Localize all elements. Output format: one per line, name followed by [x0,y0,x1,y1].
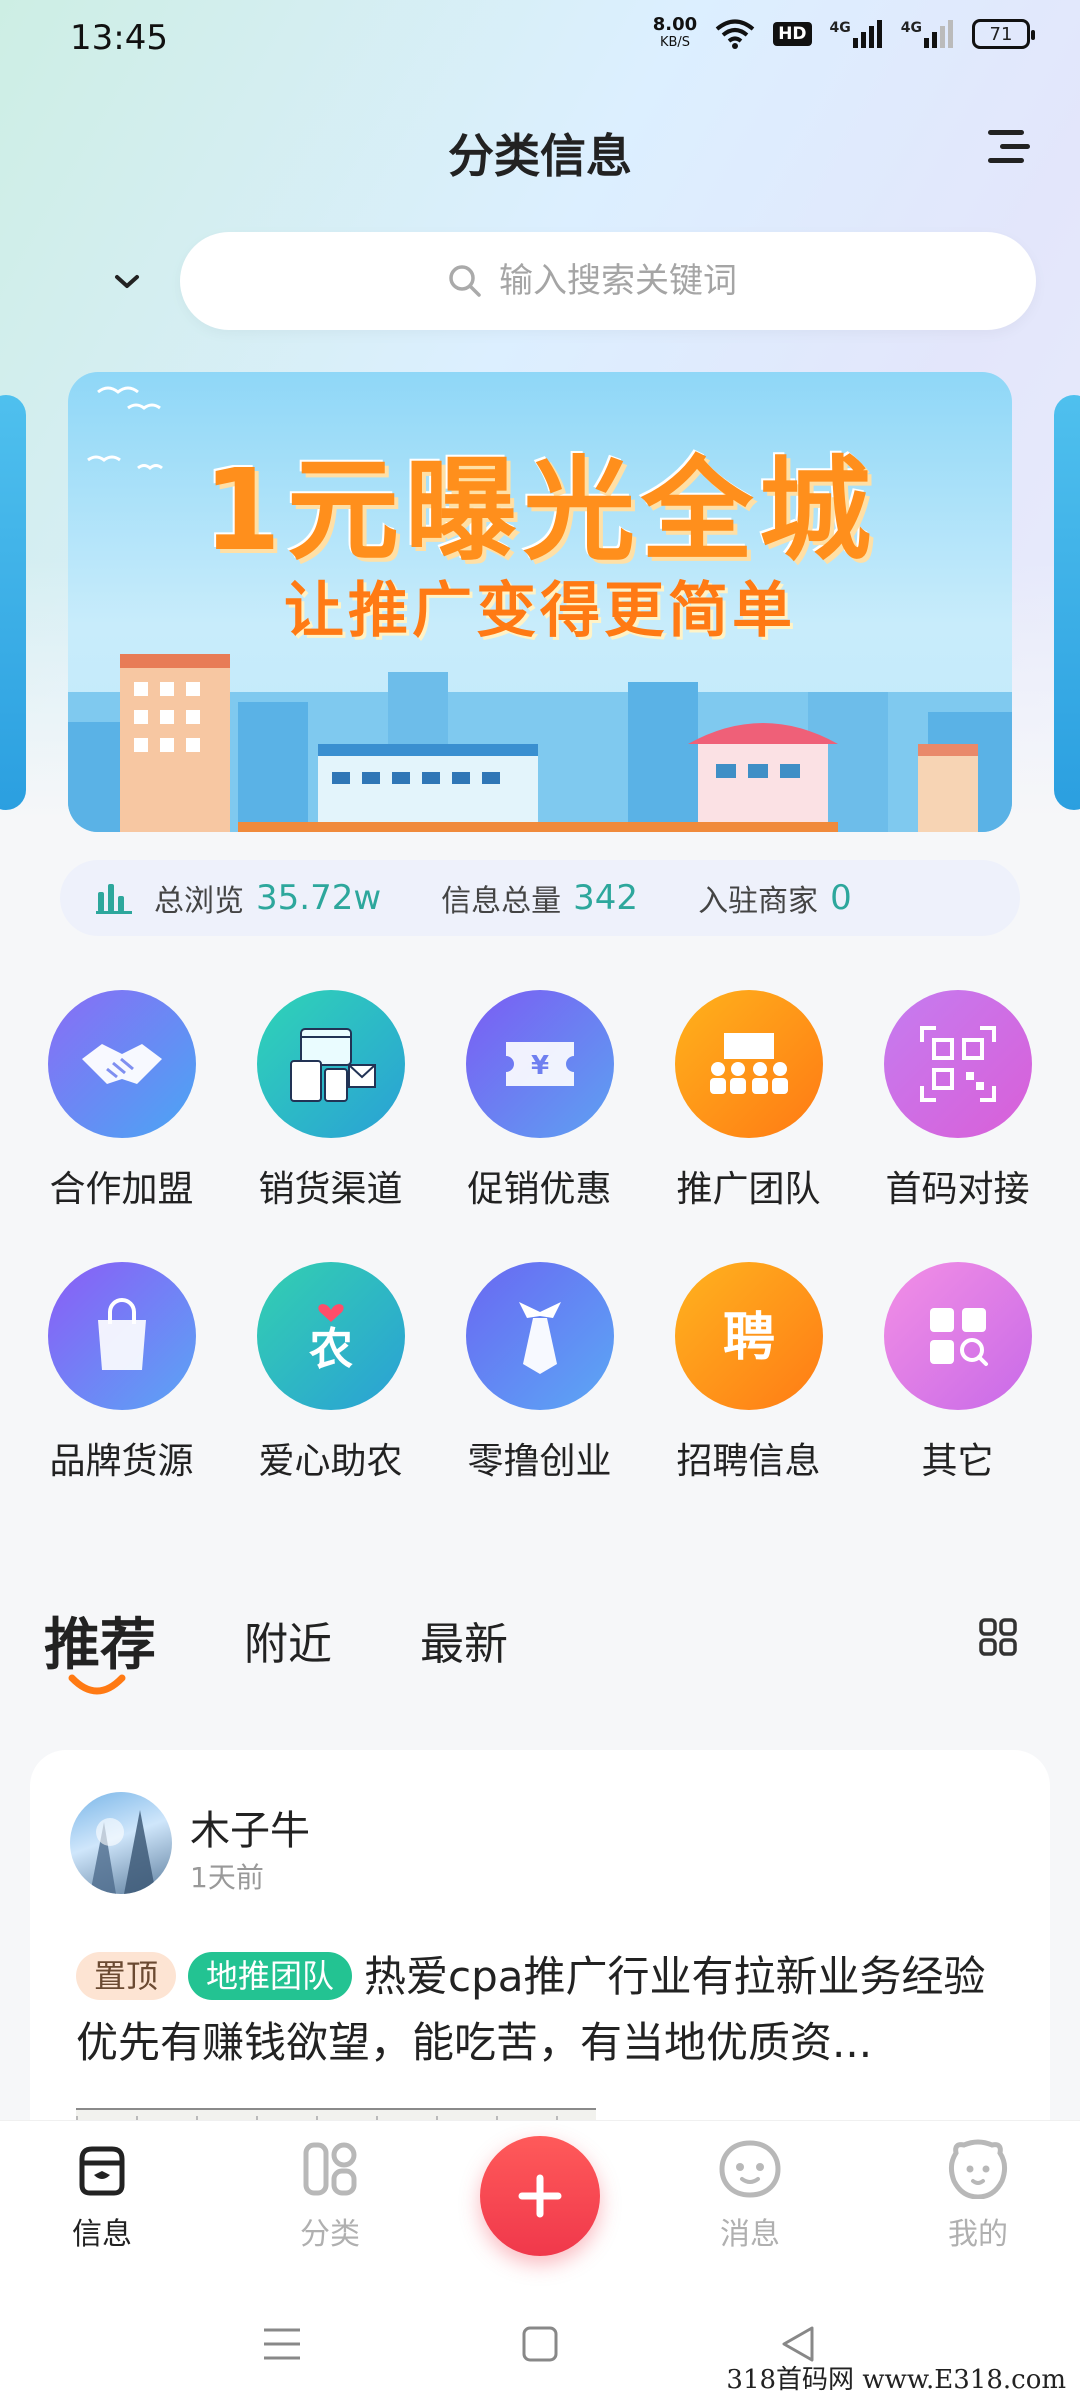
category-item[interactable]: 其它 [853,1262,1062,1534]
menu-icon [988,130,1030,163]
pinned-badge: 置顶 [76,1952,177,2000]
qrcode-icon [883,990,1032,1138]
battery-icon: 71 [972,19,1035,49]
tab-nearby[interactable]: 附近 [244,1600,332,1672]
promo-banner[interactable]: 1元曝光全城 让推广变得更简单 [68,372,1012,832]
category-item[interactable]: 聘 招聘信息 [644,1262,853,1534]
nav-profile[interactable]: 我的 [908,2139,1048,2253]
category-grid: 合作加盟 销货渠道 ¥ 促销优惠 推广团队 首码对接 品牌货源 农 爱心助农 零… [0,990,1080,1534]
home-button[interactable] [510,2314,570,2374]
stat-info-total: 信息总量 342 [441,878,639,919]
network-speed: 8.00 KB/S [652,14,698,51]
wifi-icon [715,18,755,50]
layout-toggle-button[interactable] [978,1617,1018,1657]
message-icon [719,2140,781,2198]
info-bag-icon [79,2146,125,2196]
status-time: 13:45 [70,18,168,58]
system-navigation-bar: 318首码网 www.E318.com [0,2290,1080,2400]
back-icon [782,2326,814,2362]
plus-icon [518,2174,562,2218]
svg-text:¥: ¥ [530,1051,548,1081]
stats-bar: 总浏览 35.72w 信息总量 342 入驻商家 0 [60,860,1020,936]
feed-tabs: 推荐 附近 最新 [44,1600,596,1695]
recent-apps-button[interactable] [252,2314,312,2374]
post-card[interactable]: 木子牛 1天前 置顶 地推团队 热爱cpa推广行业有拉新业务经验优先有赚钱欲望，能吃… [30,1750,1050,2170]
svg-text:农: 农 [309,1324,353,1375]
tab-recommended[interactable]: 推荐 [44,1600,156,1681]
merchant-count: 0 [830,878,852,918]
grid-view-icon [979,1618,1017,1656]
team-icon [674,990,823,1138]
banner-prev-peek[interactable] [0,395,26,810]
tie-icon [465,1262,614,1410]
banner-title: 1元曝光全城 [203,446,877,576]
page-title: 分类信息 [448,129,632,183]
nav-messages[interactable]: 消息 [680,2139,820,2253]
search-input[interactable] [499,261,769,301]
category-item[interactable]: ¥ 促销优惠 [435,990,644,1262]
bar-chart-icon [96,884,132,914]
shopping-bag-icon [47,1262,196,1410]
agriculture-icon: 农 [256,1262,405,1410]
category-item[interactable]: 品牌货源 [17,1262,226,1534]
store-icon [256,990,405,1138]
signal-4g-icon: 4G [830,20,883,48]
profile-icon [948,2139,1008,2199]
tab-latest[interactable]: 最新 [420,1600,508,1672]
search-icon [449,265,481,297]
nav-category[interactable]: 分类 [260,2139,400,2253]
author-name[interactable]: 木子牛 [190,1798,310,1856]
views-count: 35.72w [256,878,382,918]
hd-icon: HD [773,22,812,46]
menu-button[interactable] [986,124,1032,170]
location-dropdown[interactable] [100,262,154,302]
nav-info[interactable]: 信息 [32,2139,172,2253]
chevron-down-icon [115,275,139,288]
active-tab-indicator [68,1674,126,1695]
svg-text:聘: 聘 [722,1308,774,1368]
category-item[interactable]: 零撸创业 [435,1262,644,1534]
status-bar: 13:45 8.00 KB/S HD 4G 4G 71 [0,0,1080,80]
banner-next-peek[interactable] [1054,395,1080,810]
home-icon [522,2326,558,2362]
category-item[interactable]: 销货渠道 [226,990,435,1262]
recruit-icon: 聘 [674,1262,823,1410]
category-item[interactable]: 推广团队 [644,990,853,1262]
avatar[interactable] [70,1792,172,1894]
signal-4g-icon: 4G [901,20,954,48]
city-skyline-illustration [68,654,1012,832]
handshake-icon [47,990,196,1138]
stat-views: 总浏览 35.72w [96,876,381,920]
category-item[interactable]: 首码对接 [853,990,1062,1262]
category-item[interactable]: 合作加盟 [17,990,226,1262]
info-count: 342 [573,878,639,918]
category-badge: 地推团队 [188,1952,353,2000]
recent-apps-icon [264,2328,300,2360]
create-post-button[interactable] [480,2136,600,2256]
coupon-icon: ¥ [465,990,614,1138]
category-item[interactable]: 农 爱心助农 [226,1262,435,1534]
grid-search-icon [883,1262,1032,1410]
search-bar[interactable] [180,232,1036,330]
post-content[interactable]: 置顶 地推团队 热爱cpa推广行业有拉新业务经验优先有赚钱欲望，能吃苦，有当地优质资… [76,1944,1016,2076]
category-icon [303,2142,357,2196]
post-time: 1天前 [190,1861,264,1894]
stat-merchants: 入驻商家 0 [698,878,852,919]
status-icons: 8.00 KB/S HD 4G 4G 71 [652,14,1035,52]
watermark: 318首码网 www.E318.com [726,2365,1066,2395]
